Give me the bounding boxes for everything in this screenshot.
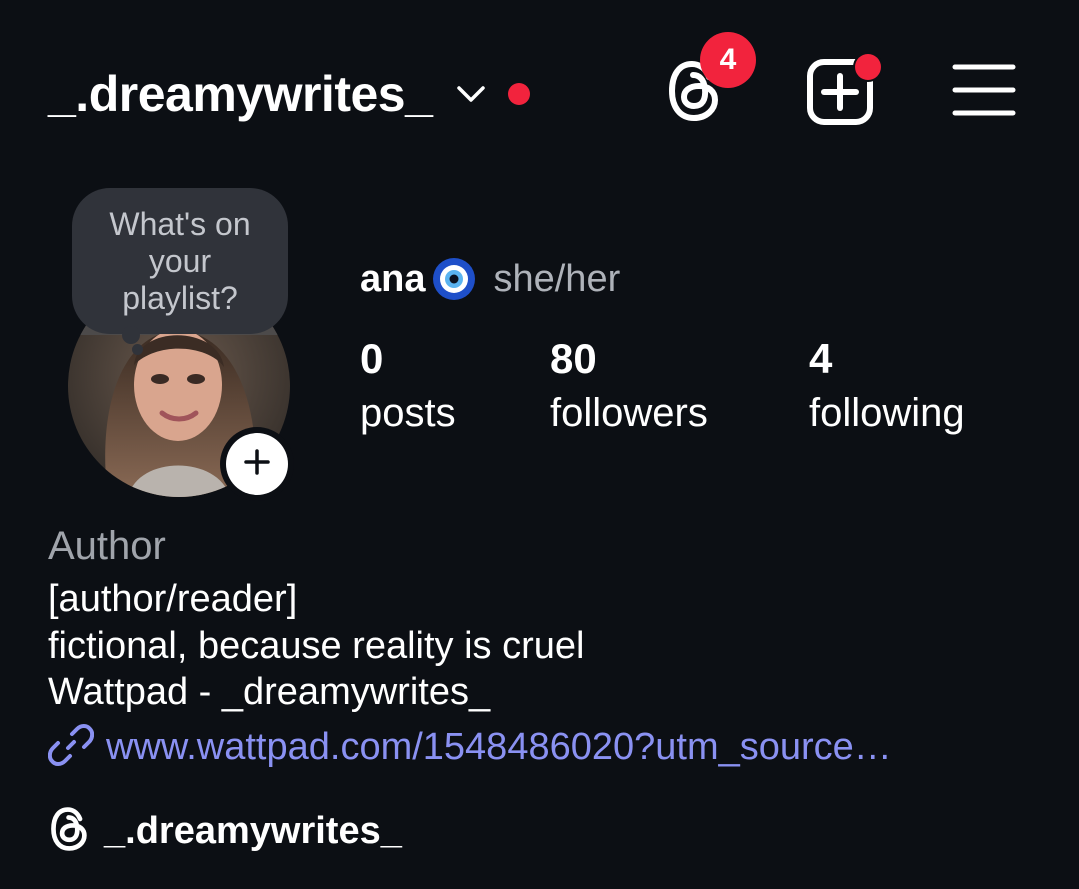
create-notification-dot: [855, 54, 881, 80]
followers-label: followers: [550, 391, 708, 435]
stat-following[interactable]: 4 following: [809, 334, 965, 442]
stat-posts[interactable]: 0 posts: [360, 334, 456, 442]
hamburger-menu-icon: [952, 62, 1016, 123]
chevron-down-icon[interactable]: [456, 79, 486, 109]
note-bubble[interactable]: What's on your playlist?: [72, 188, 288, 334]
bio-link-text[interactable]: www.wattpad.com/1548486020?utm_source…: [106, 726, 892, 769]
bio-line-3: Wattpad - _dreamywrites_: [48, 671, 491, 713]
posts-label: posts: [360, 391, 456, 435]
threads-icon: [48, 806, 92, 857]
nazar-evil-eye-icon: [431, 256, 477, 302]
note-bubble-tail: [122, 326, 140, 344]
account-switcher[interactable]: _.dreamywrites_: [48, 60, 531, 128]
following-count: 4: [809, 335, 833, 382]
profile-category: Author: [48, 524, 166, 568]
add-story-button[interactable]: [226, 433, 288, 495]
profile-screen: _.dreamywrites_ 4 What's on your playlis…: [0, 0, 1079, 889]
followers-count: 80: [550, 335, 597, 382]
bio-line-2: fictional, because reality is cruel: [48, 625, 585, 667]
threads-profile-link[interactable]: _.dreamywrites_: [48, 806, 402, 857]
account-notification-dot: [508, 83, 531, 105]
note-bubble-tail-small: [132, 344, 143, 355]
profile-username[interactable]: _.dreamywrites_: [48, 65, 433, 123]
display-name: ana: [360, 257, 426, 300]
bio-line-1: [author/reader]: [48, 578, 298, 620]
plus-icon: [242, 447, 272, 482]
bio-link[interactable]: www.wattpad.com/1548486020?utm_source…: [47, 722, 892, 773]
note-bubble-text: What's on your playlist?: [109, 205, 251, 316]
stat-followers[interactable]: 80 followers: [550, 334, 708, 442]
posts-count: 0: [360, 335, 384, 382]
following-label: following: [809, 391, 965, 435]
threads-handle[interactable]: _.dreamywrites_: [104, 810, 402, 853]
link-icon: [47, 722, 95, 773]
threads-notification-badge: 4: [700, 32, 756, 88]
pronouns: she/her: [493, 257, 621, 300]
name-row: ana she/her: [360, 256, 620, 302]
menu-button[interactable]: [950, 62, 1018, 122]
